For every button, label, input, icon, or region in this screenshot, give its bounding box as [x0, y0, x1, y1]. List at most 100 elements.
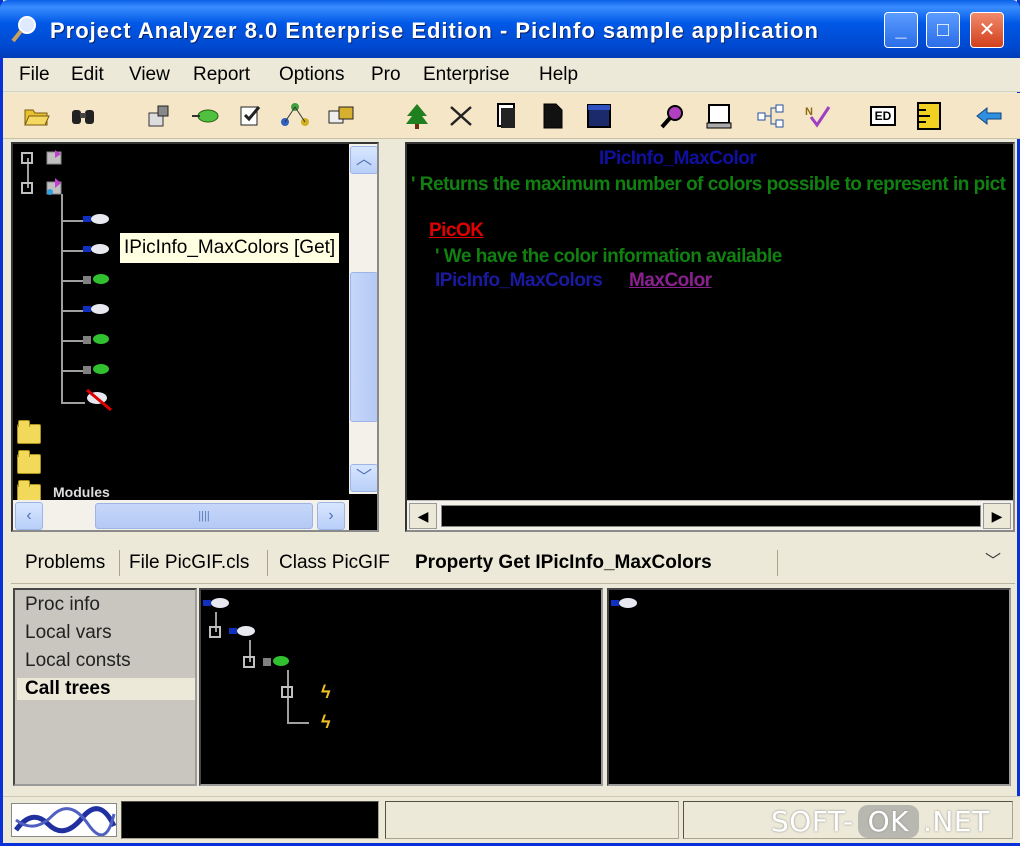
checklist-icon[interactable] [235, 100, 267, 132]
ruler-icon[interactable] [913, 100, 945, 132]
call-tree-pane[interactable]: ϟ ϟ [199, 588, 603, 786]
class-icon [46, 150, 62, 165]
modules-label: Modules [53, 484, 110, 500]
window-icon[interactable] [583, 100, 615, 132]
menu-help[interactable]: Help [539, 64, 578, 86]
menu-enterprise[interactable]: Enterprise [423, 64, 510, 86]
close-icon: ✕ [978, 19, 996, 41]
ed-icon[interactable]: ED [867, 100, 899, 132]
scroll-left-icon[interactable]: ‹ [15, 502, 43, 530]
method-leaf-icon [83, 274, 109, 284]
detail-side-list: Proc info Local vars Local consts Call t… [13, 588, 197, 786]
tree-expand-box[interactable] [21, 182, 33, 194]
watermark-ok: OK [857, 804, 919, 838]
close-button[interactable]: ✕ [970, 12, 1004, 48]
menu-options[interactable]: Options [279, 64, 344, 86]
tree-expand-box[interactable] [281, 686, 293, 698]
watermark-soft: SOFT- [771, 804, 854, 838]
toolbar: N ED [3, 93, 1020, 139]
event-bolt-icon: ϟ [321, 712, 331, 732]
watermark-net: .NET [922, 804, 990, 838]
code-heading: IPicInfo_MaxColor [599, 148, 757, 169]
tree-expand-box[interactable] [243, 656, 255, 668]
leaf-arrow-icon[interactable] [189, 100, 221, 132]
binoculars-icon[interactable] [67, 100, 99, 132]
tree-connector [61, 250, 85, 252]
properties-icon[interactable] [143, 100, 175, 132]
project-tree[interactable]: Modules IPicInfo_MaxColors [Get] ︿ ﹀ ‹ |… [11, 142, 379, 532]
tree-connector [61, 280, 85, 282]
tree-icon[interactable] [401, 100, 433, 132]
side-item-local-vars[interactable]: Local vars [25, 622, 112, 644]
tree-vertical-scrollbar[interactable]: ︿ ﹀ [349, 144, 377, 494]
status-field [385, 801, 679, 839]
code-comment: ' We have the color information availabl… [435, 246, 782, 267]
back-arrow-icon[interactable] [973, 100, 1005, 132]
event-bolt-icon: ϟ [321, 682, 331, 702]
tree-connector [61, 340, 85, 342]
tab-separator [777, 550, 778, 576]
side-item-local-consts[interactable]: Local consts [25, 650, 131, 672]
tab-problems[interactable]: Problems [25, 552, 105, 574]
title-bar[interactable]: Project Analyzer 8.0 Enterprise Edition … [0, 0, 1020, 58]
menu-edit[interactable]: Edit [71, 64, 104, 86]
open-folder-icon[interactable] [21, 100, 53, 132]
code-label-link[interactable]: PicOK [429, 220, 484, 242]
tree-horizontal-scrollbar[interactable]: ‹ |||| › [13, 500, 349, 530]
code-view[interactable]: IPicInfo_MaxColor ' Returns the maximum … [405, 142, 1015, 532]
minimize-icon: _ [895, 19, 907, 41]
ed-label: ED [869, 106, 897, 126]
scroll-thumb[interactable] [350, 272, 377, 422]
network-icon[interactable] [279, 100, 311, 132]
document-icon[interactable] [537, 100, 569, 132]
aivosto-logo-icon [11, 803, 117, 837]
scroll-right-icon[interactable]: › [317, 502, 345, 530]
maximize-button[interactable]: □ [926, 12, 960, 48]
tab-class[interactable]: Class PicGIF [279, 552, 390, 574]
property-hand-icon [83, 304, 109, 314]
property-hand-icon [229, 626, 255, 636]
scroll-thumb[interactable]: |||| [95, 503, 313, 529]
tree-expand-box[interactable] [21, 152, 33, 164]
svg-text:N: N [805, 106, 813, 118]
minimize-button[interactable]: _ [884, 12, 918, 48]
tree-connector [61, 370, 85, 372]
chevron-down-icon[interactable]: ﹀ [979, 548, 1007, 576]
side-item-call-trees[interactable]: Call trees [17, 678, 195, 700]
dialog-icon[interactable] [325, 100, 357, 132]
tree-connector [61, 194, 63, 404]
checkmark-icon[interactable]: N [801, 100, 833, 132]
scroll-right-icon[interactable]: ▶ [983, 503, 1011, 529]
menu-report[interactable]: Report [193, 64, 250, 86]
property-hand-icon [203, 598, 229, 608]
tree-connector [287, 722, 309, 724]
scroll-down-icon[interactable]: ﹀ [350, 464, 377, 492]
hierarchy-icon[interactable] [755, 100, 787, 132]
code-identifier: IPicInfo_MaxColors [435, 270, 603, 291]
shuffle-icon[interactable] [445, 100, 477, 132]
document-copy-icon[interactable] [491, 100, 523, 132]
tree-expand-box[interactable] [209, 626, 221, 638]
folder-icon[interactable] [17, 450, 41, 474]
tree-connector [61, 310, 85, 312]
code-property-link[interactable]: MaxColor [629, 270, 712, 292]
menu-view[interactable]: View [129, 64, 170, 86]
folder-icon[interactable] [17, 420, 41, 444]
reference-pane[interactable] [607, 588, 1011, 786]
report-icon[interactable] [703, 100, 735, 132]
tab-separator [119, 550, 120, 576]
scroll-up-icon[interactable]: ︿ [350, 146, 377, 174]
tab-file[interactable]: File PicGIF.cls [129, 552, 249, 574]
scroll-track[interactable] [441, 505, 981, 527]
menu-pro[interactable]: Pro [371, 64, 401, 86]
side-item-proc-info[interactable]: Proc info [25, 594, 100, 616]
magnifier-icon[interactable] [657, 100, 689, 132]
menu-file[interactable]: File [19, 64, 50, 86]
detail-tabs: Problems File PicGIF.cls Class PicGIF Pr… [11, 540, 1015, 584]
code-horizontal-scrollbar[interactable]: ◀ ▶ [407, 500, 1013, 530]
maximize-icon: □ [936, 19, 950, 41]
app-window: Project Analyzer 8.0 Enterprise Edition … [0, 0, 1020, 846]
tab-property-get[interactable]: Property Get IPicInfo_MaxColors [415, 552, 712, 574]
scroll-left-icon[interactable]: ◀ [409, 503, 437, 529]
method-leaf-icon [263, 656, 289, 666]
